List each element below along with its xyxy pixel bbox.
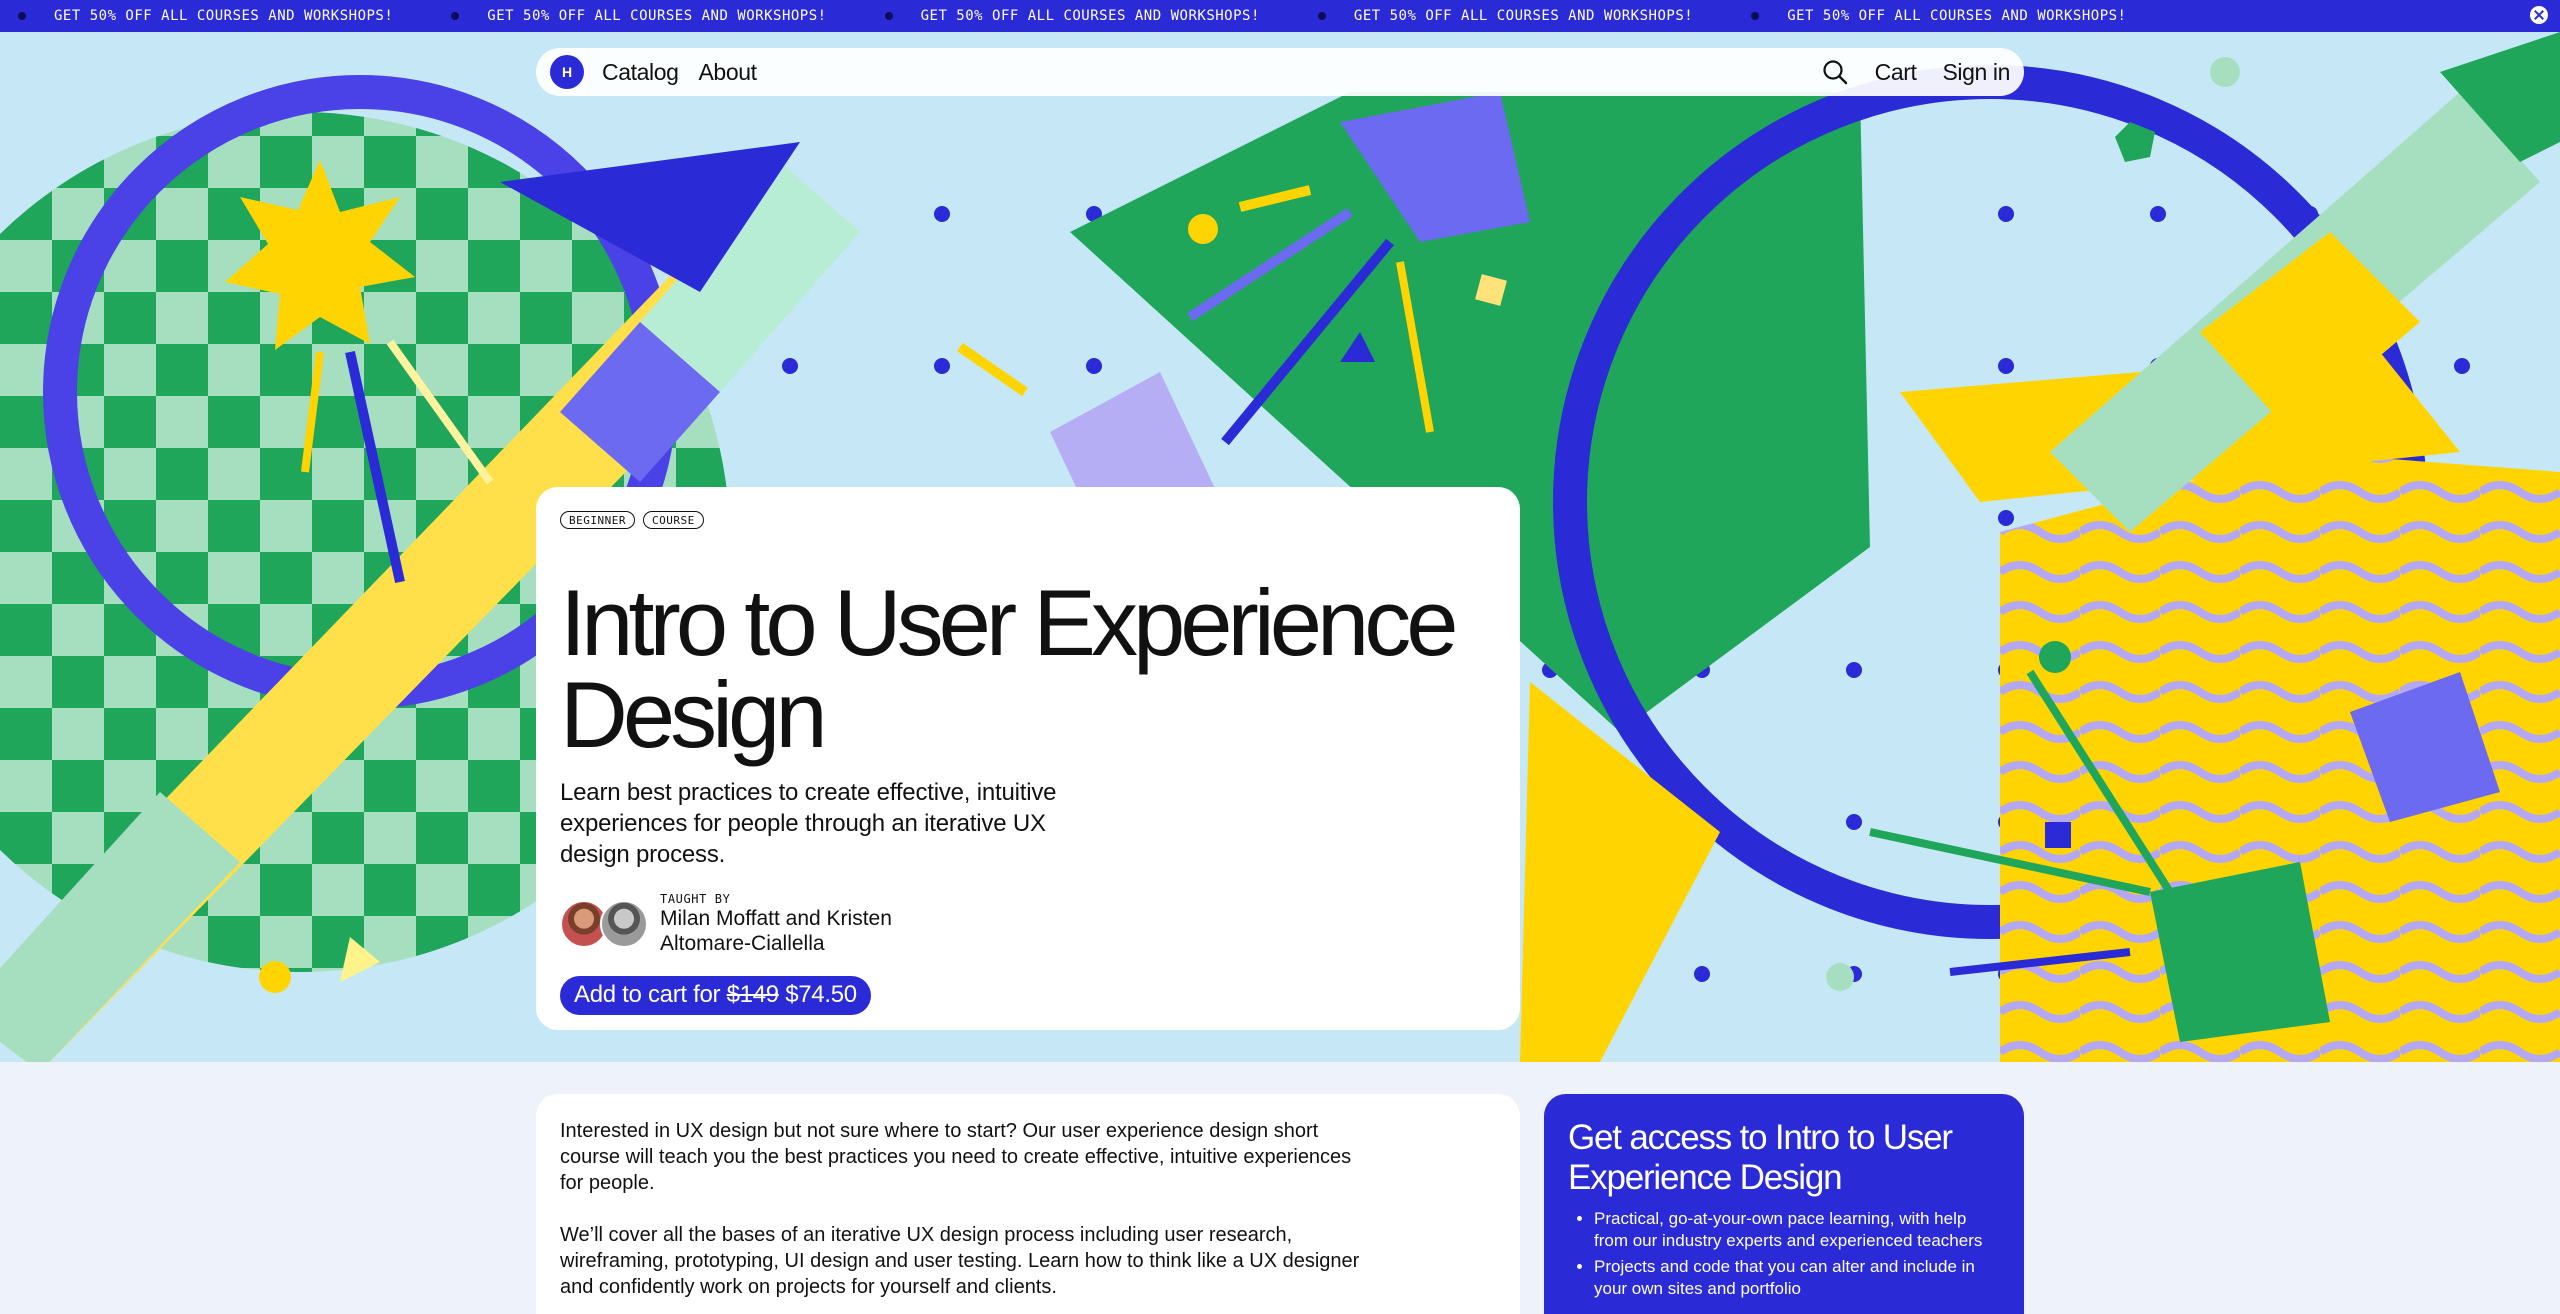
cart-button-prefix: Add to cart for [574,981,721,1008]
access-title: Get access to Intro to User Experience D… [1568,1118,1953,1197]
level-tag: BEGINNER [560,511,635,529]
course-tags: BEGINNER COURSE [560,511,1496,529]
avatar [600,900,648,948]
promo-dot-icon [884,12,893,20]
access-benefits: Practical, go-at-your-own pace learning,… [1568,1208,2000,1300]
nav-about-link[interactable]: About [698,59,757,86]
promo-item: GET 50% OFF ALL COURSES AND WORKSHOPS! [1317,8,1694,24]
promo-dot-icon [451,12,460,20]
overview-paragraph: Interested in UX design but not sure whe… [560,1120,1352,1194]
taught-by-label: TAUGHT BY [660,892,731,906]
promo-item: GET 50% OFF ALL COURSES AND WORKSHOPS! [1751,8,2126,24]
benefit-item: Practical, go-at-your-own pace learning,… [1594,1208,2000,1252]
new-price: $74.50 [785,981,857,1008]
close-promo-icon[interactable] [2530,6,2548,24]
benefit-item: Projects and code that you can alter and… [1594,1256,2000,1300]
access-panel: Get access to Intro to User Experience D… [1544,1094,2024,1314]
add-to-cart-button[interactable]: Add to cart for $149 $74.50 [560,976,871,1015]
top-navigation: H Catalog About Cart Sign in [536,48,2024,96]
promo-dot-icon [1751,12,1760,20]
promo-dot-icon [18,12,26,20]
course-card: BEGINNER COURSE Intro to User Experience… [536,487,1520,1030]
promo-item: GET 50% OFF ALL COURSES AND WORKSHOPS! [884,8,1260,24]
promo-text: GET 50% OFF ALL COURSES AND WORKSHOPS! [920,8,1260,24]
promo-text: GET 50% OFF ALL COURSES AND WORKSHOPS! [487,8,827,24]
promo-dot-icon [1317,12,1326,20]
promo-track: GET 50% OFF ALL COURSES AND WORKSHOPS! G… [18,8,2184,24]
overview-paragraph: We’ll cover all the bases of an iterativ… [560,1224,1360,1298]
course-overview: Interested in UX design but not sure whe… [536,1094,1520,1314]
nav-catalog-link[interactable]: Catalog [602,59,679,86]
promo-item: GET 50% OFF ALL COURSES AND WORKSHOPS! [18,8,393,24]
site-logo[interactable]: H [550,55,584,89]
promo-text: GET 50% OFF ALL COURSES AND WORKSHOPS! [1353,8,1694,24]
course-title: Intro to User Experience Design [560,570,1459,767]
teachers: TAUGHT BY Milan Moffatt and Kristen Alto… [560,892,1496,956]
teacher-names: Milan Moffatt and Kristen Altomare-Ciall… [660,907,892,955]
teacher-info: TAUGHT BY Milan Moffatt and Kristen Alto… [660,892,900,956]
nav-signin-link[interactable]: Sign in [1942,59,2010,86]
old-price: $149 [726,981,780,1008]
search-icon[interactable] [1821,58,1849,86]
promo-banner: GET 50% OFF ALL COURSES AND WORKSHOPS! G… [0,0,2560,32]
course-description: Learn best practices to create effective… [560,779,1057,868]
promo-item: GET 50% OFF ALL COURSES AND WORKSHOPS! [451,8,826,24]
promo-text: GET 50% OFF ALL COURSES AND WORKSHOPS! [54,8,394,24]
nav-right: Cart Sign in [1821,58,2010,86]
nav-cart-link[interactable]: Cart [1875,59,1917,86]
type-tag: COURSE [642,511,704,529]
promo-text: GET 50% OFF ALL COURSES AND WORKSHOPS! [1787,8,2127,24]
teacher-avatars [560,900,648,948]
